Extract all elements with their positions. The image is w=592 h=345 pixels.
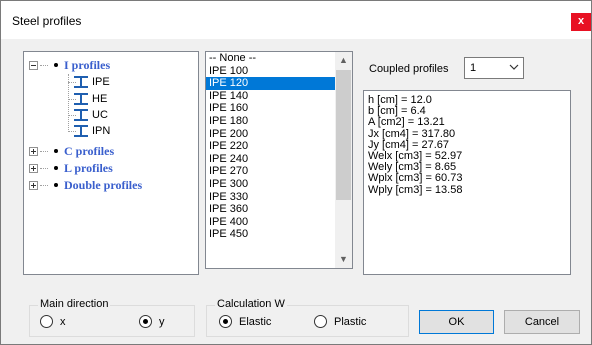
vertical-scrollbar[interactable]: ▲ ▼ — [335, 52, 352, 268]
property-line: A [cm2] = 13.21 — [368, 116, 445, 129]
scroll-thumb[interactable] — [336, 70, 351, 200]
i-beam-icon — [74, 92, 88, 106]
tree-item-label: C profiles — [64, 143, 115, 158]
radio-label: Plastic — [334, 315, 367, 328]
property-line: Wplx [cm3] = 60.73 — [368, 172, 463, 185]
i-beam-icon — [74, 75, 88, 89]
bullet-icon — [54, 149, 58, 153]
main-direction-group: Main direction x y — [29, 298, 195, 337]
coupled-profiles-select[interactable]: 1 — [464, 57, 524, 79]
profile-list-item[interactable]: IPE 100 — [206, 65, 335, 78]
radio-selected-icon — [139, 315, 152, 328]
profile-list-item[interactable]: IPE 400 — [206, 216, 335, 229]
coupled-profiles-value: 1 — [470, 62, 477, 74]
main-direction-title: Main direction — [38, 298, 111, 310]
bullet-icon — [54, 166, 58, 170]
radio-label: Elastic — [239, 315, 272, 328]
close-button[interactable]: x — [571, 13, 591, 31]
i-beam-icon — [74, 108, 88, 122]
expand-icon[interactable] — [29, 146, 38, 156]
profile-tree[interactable]: I profiles IPE HE UC IPN C profiles L pr… — [23, 51, 199, 275]
tree-item-double-profiles[interactable]: Double profiles — [29, 177, 142, 193]
tree-item-l-profiles[interactable]: L profiles — [29, 160, 113, 176]
window-title: Steel profiles — [12, 14, 82, 28]
tree-item-c-profiles[interactable]: C profiles — [29, 143, 114, 159]
property-line: Wply [cm3] = 13.58 — [368, 183, 463, 196]
radio-selected-icon — [219, 315, 232, 328]
ok-button[interactable]: OK — [419, 310, 494, 334]
steel-profiles-dialog: Steel profiles x I profiles IPE HE UC IP… — [0, 0, 592, 345]
cancel-button[interactable]: Cancel — [504, 310, 580, 334]
profile-list-item[interactable]: IPE 360 — [206, 203, 335, 216]
profile-list-item[interactable]: IPE 120 — [206, 77, 335, 90]
tree-item-label: I profiles — [64, 57, 111, 72]
radio-label: y — [159, 315, 165, 328]
expand-icon[interactable] — [29, 180, 38, 190]
radio-label: x — [60, 315, 66, 328]
profile-listbox[interactable]: -- None -- IPE 100 IPE 120 IPE 140 IPE 160 IP… — [205, 51, 353, 269]
tree-subitem-ipn[interactable]: IPN — [92, 125, 110, 137]
tree-item-label: L profiles — [64, 160, 113, 175]
coupled-profiles-label: Coupled profiles — [369, 63, 449, 75]
calculation-w-title: Calculation W — [215, 298, 287, 310]
section-properties-box: h [cm] = 12.0 b [cm] = 6.4 A [cm2] = 13.21… — [363, 90, 571, 275]
tree-item-label: Double profiles — [64, 177, 143, 192]
profile-list-item[interactable]: IPE 160 — [206, 102, 335, 115]
profile-list-item[interactable]: IPE 450 — [206, 228, 335, 241]
radio-plastic[interactable]: Plastic — [314, 315, 366, 328]
title-bar: Steel profiles x — [1, 1, 591, 39]
calculation-w-group: Calculation W Elastic Plastic — [206, 298, 409, 337]
collapse-icon[interactable] — [29, 60, 38, 70]
profile-list-item[interactable]: IPE 180 — [206, 115, 335, 128]
tree-subitem-uc[interactable]: UC — [92, 109, 108, 121]
bullet-icon — [54, 183, 58, 187]
profile-list-item[interactable]: IPE 140 — [206, 90, 335, 103]
tree-subitem-ipe[interactable]: IPE — [92, 76, 110, 88]
scroll-down-icon[interactable]: ▼ — [335, 251, 352, 268]
tree-item-i-profiles[interactable]: I profiles — [29, 57, 110, 73]
profile-list-item[interactable]: IPE 300 — [206, 178, 335, 191]
expand-icon[interactable] — [29, 163, 38, 173]
scroll-up-icon[interactable]: ▲ — [335, 52, 352, 69]
radio-icon — [314, 315, 327, 328]
profile-list-item[interactable]: IPE 330 — [206, 191, 335, 204]
chevron-down-icon — [509, 64, 519, 70]
radio-icon — [40, 315, 53, 328]
profile-list-item[interactable]: IPE 270 — [206, 165, 335, 178]
radio-y[interactable]: y — [139, 315, 165, 328]
radio-x[interactable]: x — [40, 315, 66, 328]
profile-list-item[interactable]: -- None -- — [206, 52, 335, 65]
radio-elastic[interactable]: Elastic — [219, 315, 271, 328]
profile-list-item[interactable]: IPE 220 — [206, 140, 335, 153]
tree-subitem-he[interactable]: HE — [92, 93, 107, 105]
profile-list-item[interactable]: IPE 200 — [206, 128, 335, 141]
i-beam-icon — [74, 124, 88, 138]
bullet-icon — [54, 63, 58, 67]
profile-list-item[interactable]: IPE 240 — [206, 153, 335, 166]
